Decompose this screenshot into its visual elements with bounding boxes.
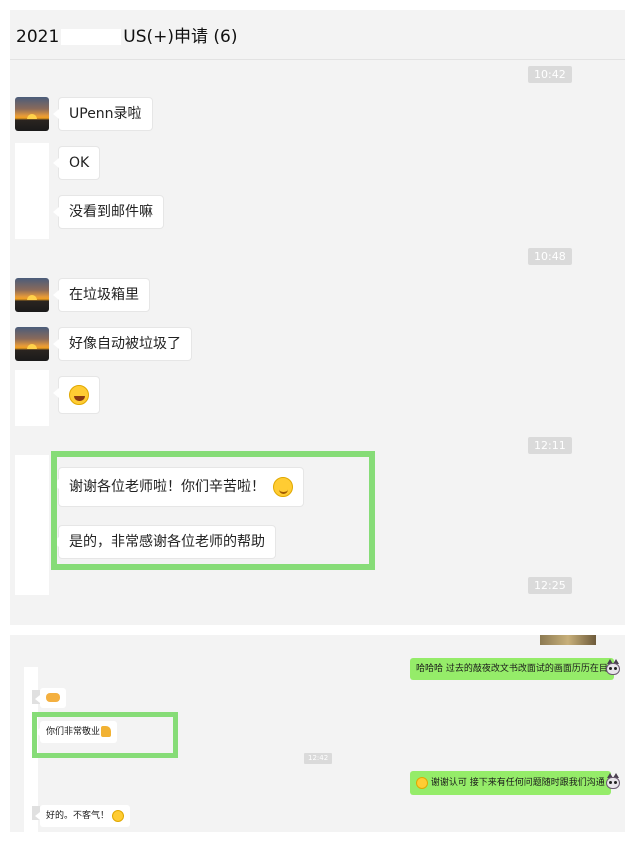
- avatar[interactable]: [606, 773, 620, 789]
- sent-message-bubble[interactable]: 哈哈哈 过去的敲夜改文书改面试的画面历历在目: [410, 658, 619, 680]
- redacted-avatar: [15, 370, 49, 426]
- emoji-bubble[interactable]: [53, 376, 100, 414]
- message-bubble[interactable]: OK: [52, 146, 101, 180]
- redacted-avatar: [15, 455, 49, 595]
- message-bubble[interactable]: 在垃圾箱里: [53, 278, 150, 312]
- redaction-block: [61, 29, 122, 45]
- handshake-icon: [46, 693, 60, 702]
- received-message-bubble[interactable]: 好的。不客气！: [35, 805, 130, 827]
- message-bubble[interactable]: 没看到邮件嘛: [53, 195, 164, 229]
- highlight-box: [32, 712, 178, 758]
- laughing-tears-icon: [69, 385, 89, 405]
- sun-icon: [27, 344, 37, 349]
- chat-header: 2021 US(+)申请 (6): [10, 10, 625, 60]
- smiling-face-icon: [111, 809, 124, 822]
- received-message-bubble[interactable]: [35, 688, 66, 708]
- timestamp: 12:11: [528, 437, 572, 454]
- message-text: 好的。不客气！: [46, 811, 110, 821]
- timestamp: 10:48: [528, 248, 572, 265]
- chat-title[interactable]: 2021 US(+)申请 (6): [16, 22, 238, 47]
- image-thumbnail[interactable]: [540, 635, 596, 645]
- highlight-box: [51, 451, 375, 570]
- message-text: 谢谢认可 接下来有任何问题随时跟我们沟通: [430, 778, 605, 788]
- timestamp: 10:42: [528, 66, 572, 83]
- cat-eye-icon: [609, 781, 612, 784]
- message-bubble[interactable]: 好像自动被垃圾了: [53, 327, 192, 361]
- chat-title-suffix: US(+)申请 (6): [123, 27, 238, 47]
- message-bubble[interactable]: UPenn录啦: [53, 97, 153, 131]
- sun-icon: [27, 114, 37, 119]
- avatar[interactable]: [606, 659, 620, 675]
- avatar[interactable]: [15, 97, 49, 131]
- chat-window-2: 哈哈哈 过去的敲夜改文书改面试的画面历历在目 你们非常敬业 12:42 谢谢认可…: [10, 635, 625, 832]
- cat-eye-icon: [614, 667, 617, 670]
- cat-eye-icon: [614, 781, 617, 784]
- chat-title-prefix: 2021: [16, 27, 60, 47]
- sent-message-bubble[interactable]: 谢谢认可 接下来有任何问题随时跟我们沟通: [410, 771, 616, 795]
- chat-window: 2021 US(+)申请 (6) 10:42 UPenn录啦 OK 没看到邮件嘛 …: [10, 10, 625, 625]
- sun-icon: [27, 295, 37, 300]
- redacted-avatar: [15, 143, 49, 239]
- timestamp: 12:25: [528, 577, 572, 594]
- smiling-face-icon: [416, 776, 428, 789]
- avatar[interactable]: [15, 278, 49, 312]
- timestamp: 12:42: [304, 753, 333, 764]
- cat-eye-icon: [609, 667, 612, 670]
- avatar[interactable]: [15, 327, 49, 361]
